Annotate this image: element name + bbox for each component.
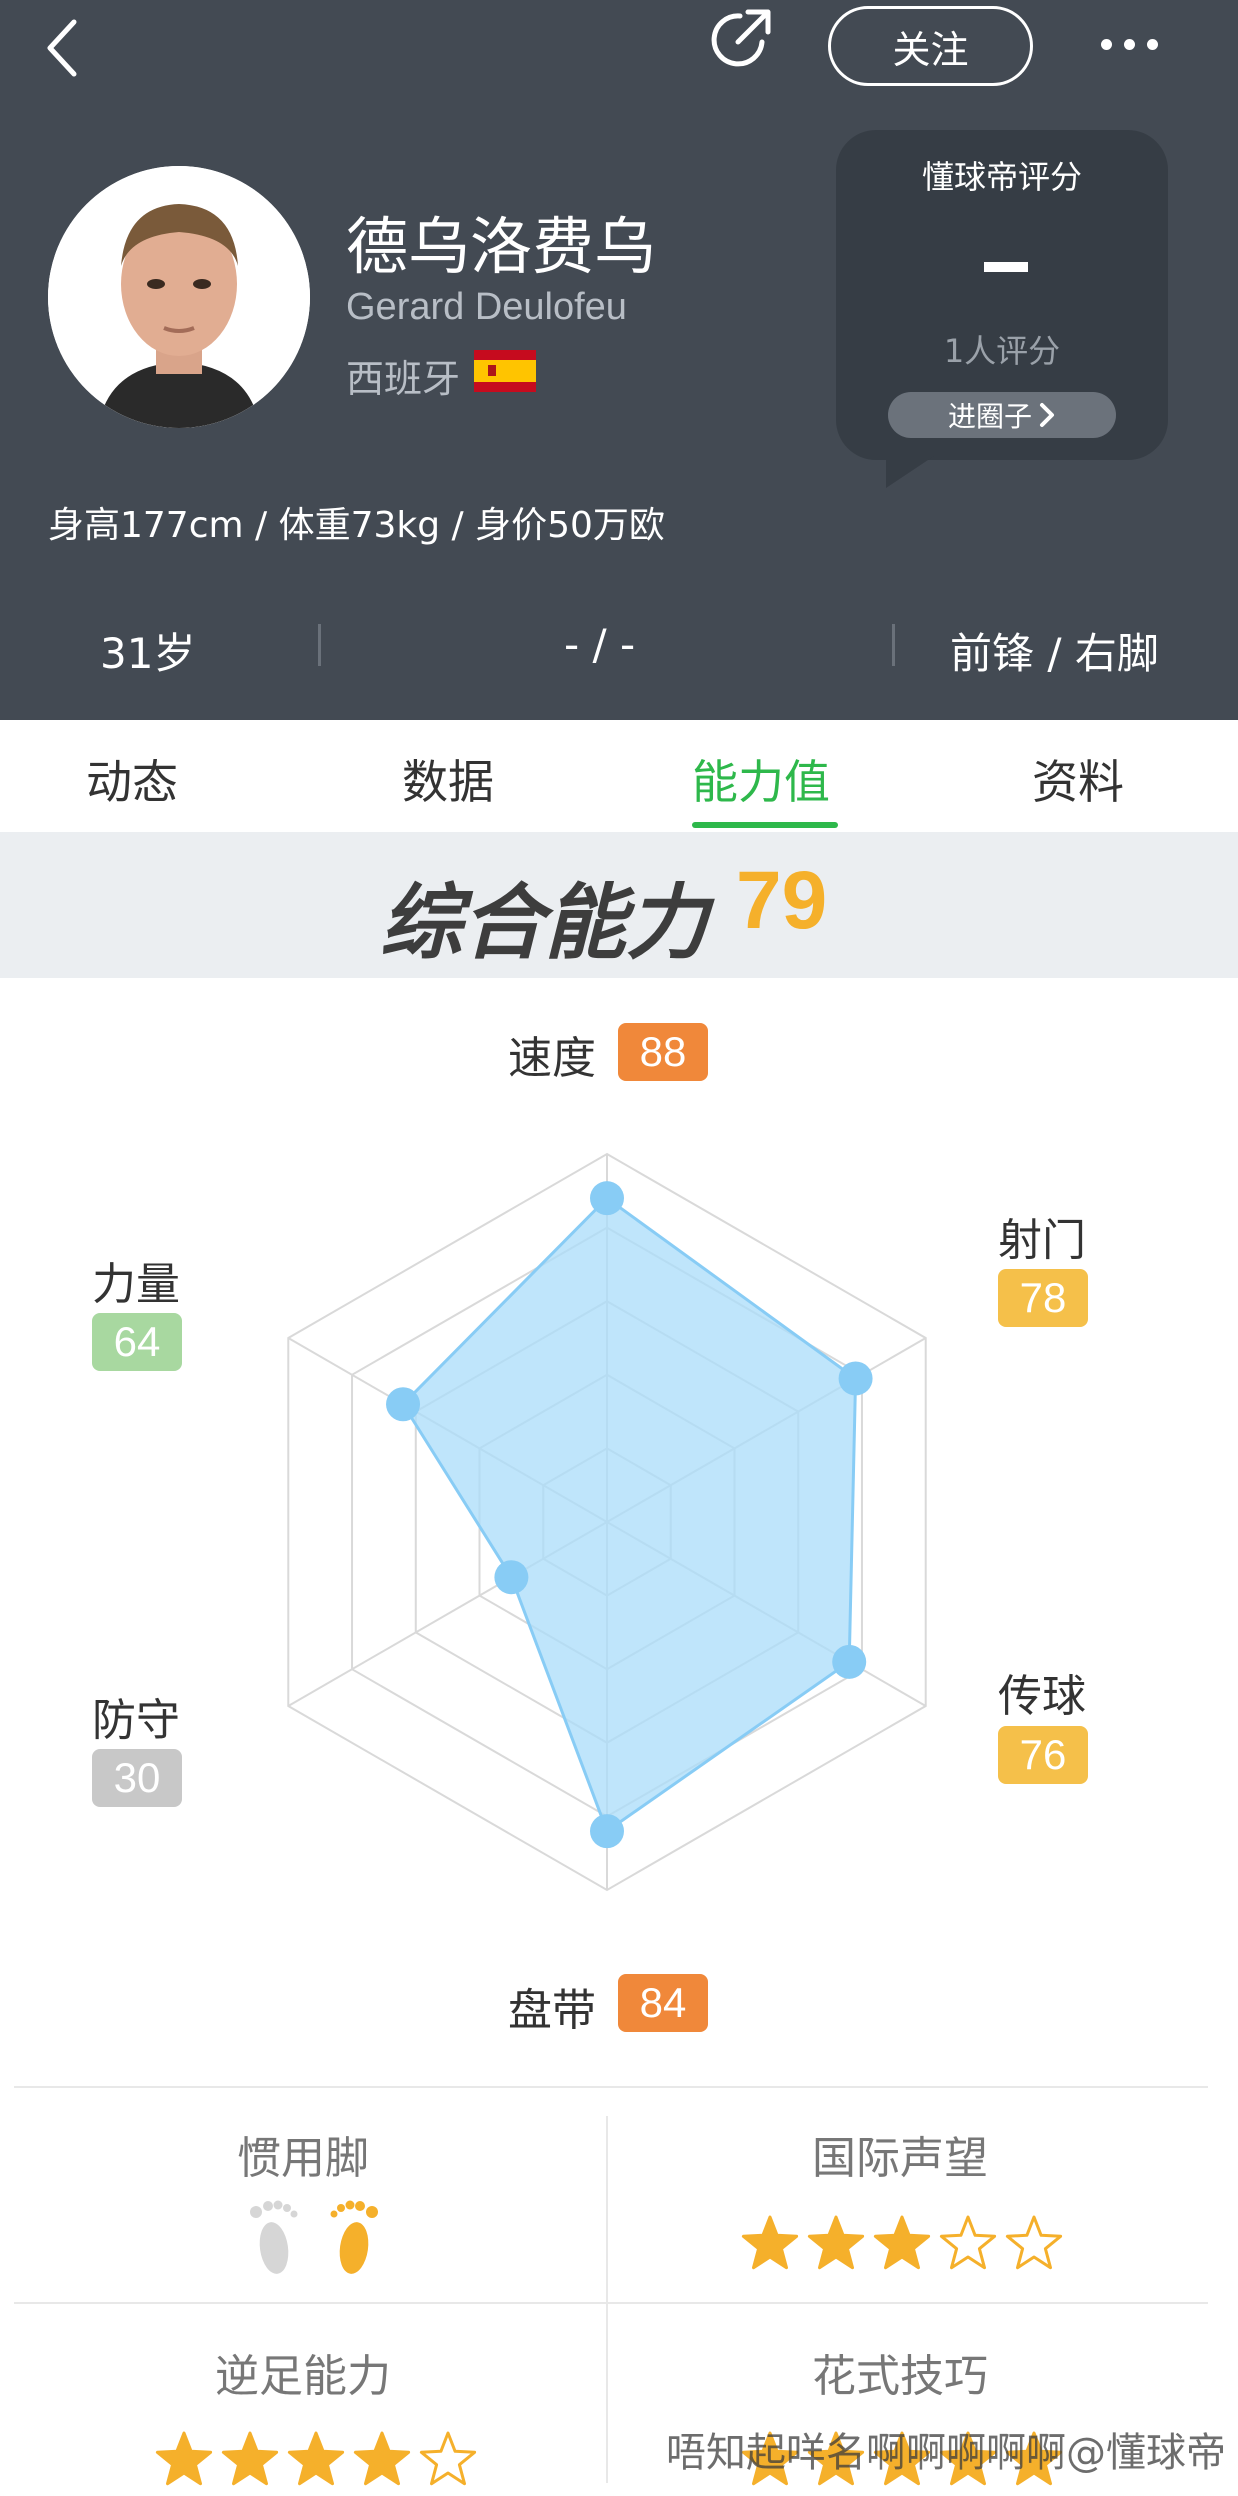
player-header: 关注 德乌洛费乌 Gerard Deulofeu 西班牙 懂球帝评分 1人评分 … (0, 0, 1238, 720)
rating-count: 1人评分 (943, 332, 1061, 370)
star-icon (287, 2431, 345, 2486)
radar-value-strength: 64 (92, 1313, 182, 1371)
star-icon (419, 2431, 477, 2486)
radar-point (386, 1387, 421, 1422)
stat-number: - / - (564, 620, 636, 669)
radar-area (401, 1196, 858, 1834)
player-avatar (48, 166, 310, 428)
overall-ability-banner: 综合能力 79 (0, 832, 1238, 978)
star-icon (221, 2431, 279, 2486)
preferred-foot-indicator (244, 2196, 384, 2280)
star-icon (741, 2215, 799, 2270)
overall-label: 综合能力 (380, 876, 708, 971)
tab-news[interactable]: 动态 (86, 746, 178, 812)
stat-age: 31岁 (100, 629, 196, 678)
radar-label-shooting: 射门 (998, 1215, 1086, 1266)
star-icon (939, 2215, 997, 2270)
weak-foot-title: 逆足能力 (215, 2351, 391, 2402)
footprint-icon (330, 2200, 378, 2274)
radar-label-strength: 力量 (92, 1259, 180, 1310)
chevron-right-icon (1040, 403, 1054, 427)
player-name-en: Gerard Deulofeu (346, 286, 627, 328)
star-icon (807, 2215, 865, 2270)
skill-moves-title: 花式技巧 (812, 2351, 988, 2402)
player-country: 西班牙 (346, 357, 461, 401)
follow-button[interactable]: 关注 (828, 6, 1033, 86)
radar-value-passing: 76 (998, 1726, 1088, 1784)
stat-divider (892, 624, 895, 666)
player-name-cn: 德乌洛费乌 (346, 210, 657, 283)
radar-point (838, 1361, 873, 1396)
back-arrow-icon[interactable] (40, 16, 86, 80)
tab-bar: 动态 数据 能力值 资料 (0, 720, 1238, 832)
watermark: 唔知起咩名啊啊啊啊啊@懂球帝 (666, 2430, 1226, 2476)
overall-value: 79 (736, 855, 828, 946)
radar-label-speed: 速度 (508, 1033, 596, 1084)
enter-circle-button[interactable]: 进圈子 (888, 392, 1116, 438)
preferred-foot-title: 惯用脚 (237, 2133, 369, 2184)
tab-profile[interactable]: 资料 (1032, 746, 1124, 812)
radar-value-dribbling: 84 (618, 1974, 708, 2032)
stat-position: 前锋 / 右脚 (950, 629, 1159, 678)
reputation-stars (738, 2212, 1068, 2276)
rating-title: 懂球帝评分 (921, 158, 1082, 196)
stat-divider (318, 624, 321, 666)
rating-value (984, 262, 1028, 272)
radar-label-defending: 防守 (92, 1695, 180, 1746)
radar-label-dribbling: 盘带 (508, 1985, 596, 2036)
radar-point (590, 1181, 624, 1216)
radar-label-passing: 传球 (998, 1671, 1086, 1722)
radar-value-shooting: 78 (998, 1269, 1088, 1327)
enter-circle-label: 进圈子 (947, 400, 1032, 433)
star-icon (155, 2431, 213, 2486)
footprint-icon (250, 2200, 298, 2274)
tab-ability[interactable]: 能力值 (692, 746, 830, 812)
star-icon (1005, 2215, 1063, 2270)
share-icon[interactable] (704, 4, 776, 76)
body-info: 身高177cm / 体重73kg / 身价50万欧 (48, 505, 665, 546)
more-icon[interactable] (1096, 0, 1166, 90)
ability-radar-chart (287, 1152, 927, 1892)
radar-value-speed: 88 (618, 1023, 708, 1081)
star-icon (873, 2215, 931, 2270)
radar-point (590, 1814, 624, 1849)
spain-flag-icon (474, 350, 536, 392)
divider (14, 2086, 1208, 2088)
rating-card-pointer (886, 456, 934, 488)
radar-value-defending: 30 (92, 1749, 182, 1807)
rating-card: 懂球帝评分 1人评分 进圈子 (836, 130, 1168, 460)
reputation-title: 国际声望 (812, 2133, 988, 2184)
weak-foot-stars (152, 2428, 482, 2492)
divider (14, 2302, 1208, 2304)
star-icon (353, 2431, 411, 2486)
radar-point (832, 1644, 867, 1679)
tab-data[interactable]: 数据 (402, 746, 494, 812)
tab-active-indicator (692, 822, 838, 828)
radar-point (494, 1560, 529, 1595)
